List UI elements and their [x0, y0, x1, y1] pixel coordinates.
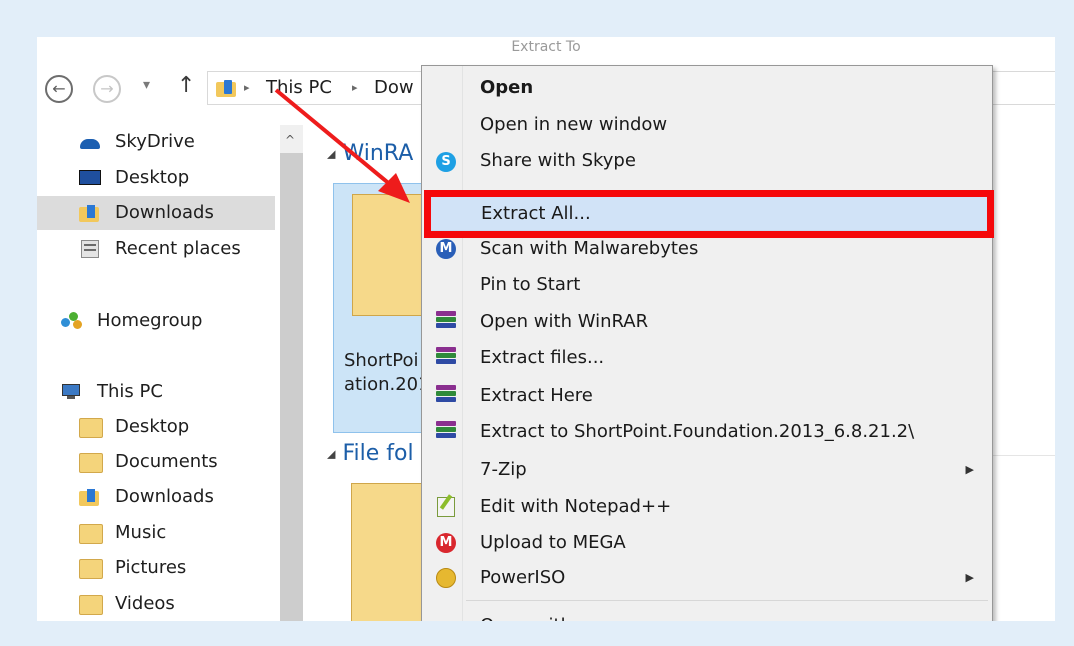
annotation-arrow-shaft [274, 88, 394, 188]
annotation-arrow [274, 88, 410, 203]
